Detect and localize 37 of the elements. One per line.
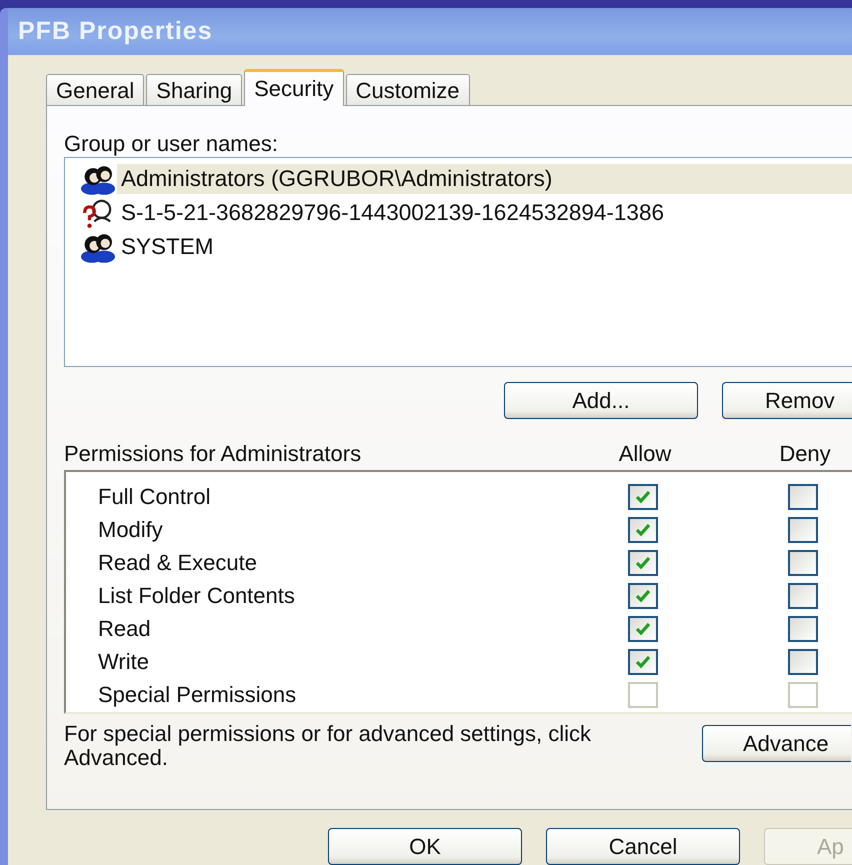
list-button[interactable]: Remov <box>722 382 852 419</box>
advanced-button[interactable]: Advance <box>702 725 851 762</box>
allow-checkbox[interactable] <box>628 616 658 642</box>
deny-checkbox[interactable] <box>788 648 818 674</box>
deny-checkbox[interactable] <box>788 582 818 608</box>
window-title: PFB Properties <box>18 17 213 46</box>
allow-heading: Allow <box>618 441 672 467</box>
allow-checkbox[interactable] <box>628 484 658 510</box>
group-list-label: Group or user names: <box>64 130 279 157</box>
permission-name: Read <box>97 616 152 642</box>
tab[interactable]: General <box>46 74 144 106</box>
permission-name: Full Control <box>97 484 212 510</box>
permission-name: Read & Execute <box>97 550 258 576</box>
user-name[interactable]: SYSTEM <box>117 232 218 262</box>
deny-checkbox[interactable] <box>788 550 818 576</box>
list-button[interactable]: Add... <box>504 382 698 419</box>
permission-name: Modify <box>97 516 164 542</box>
permissions-label: Permissions for Administrators <box>64 441 362 467</box>
allow-checkbox[interactable] <box>628 582 658 608</box>
deny-heading: Deny <box>779 441 831 467</box>
dialog-button[interactable]: Cancel <box>546 828 740 865</box>
deny-checkbox[interactable] <box>788 616 818 642</box>
advanced-note: For special permissions or for advanced settings, click Advanced. <box>64 722 592 770</box>
dialog-button[interactable]: OK <box>328 828 522 865</box>
permission-name: List Folder Contents <box>97 582 296 608</box>
allow-checkbox[interactable] <box>628 516 658 542</box>
tab[interactable]: Customize <box>346 74 470 106</box>
tab[interactable]: Sharing <box>146 74 242 106</box>
permission-name: Special Permissions <box>97 682 298 708</box>
allow-checkbox[interactable] <box>628 550 658 576</box>
user-name[interactable]: S-1-5-21-3682829796-1443002139-1624532894-1386 <box>117 198 668 228</box>
deny-checkbox[interactable] <box>788 516 818 542</box>
permission-name: Write <box>97 648 150 674</box>
user-name[interactable]: Administrators (GGRUBOR\Administrators) <box>117 164 852 194</box>
allow-checkbox[interactable] <box>628 648 658 674</box>
tab[interactable]: Security <box>244 69 344 106</box>
deny-checkbox[interactable] <box>788 484 818 510</box>
